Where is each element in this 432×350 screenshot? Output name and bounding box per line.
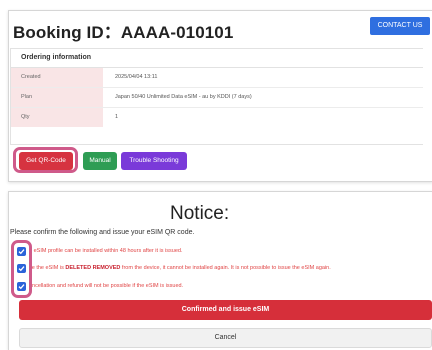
row-label-qty: Qty [11, 108, 103, 127]
table-row: Qty 1 [11, 108, 423, 127]
row-label-created: Created [11, 68, 103, 87]
row-value-qty: 1 [115, 114, 119, 120]
confirmation-text: ancellation and refund will not be possi… [29, 283, 184, 289]
contact-us-button[interactable]: CONTACT US [370, 17, 430, 35]
booking-id-title: Booking ID：AAAA-010101 [13, 23, 234, 42]
ordering-information-table: Ordering information Created 2025/04/04 … [10, 48, 423, 145]
row-value-created: 2025/04/04 13:11 [115, 74, 158, 80]
confirmation-text: ce the eSIM is DELETED REMOVED from the … [29, 265, 331, 271]
ordering-information-heading: Ordering information [11, 49, 423, 68]
deleted-removed-emphasis: DELETED REMOVED [65, 265, 121, 271]
table-row: Created 2025/04/04 13:11 [11, 68, 423, 88]
cancel-button[interactable]: Cancel [19, 328, 432, 348]
notice-instruction: Please confirm the following and issue y… [10, 229, 195, 236]
trouble-shooting-button[interactable]: Trouble Shooting [121, 152, 187, 170]
qr-button-highlight [13, 147, 78, 173]
table-row: Plan Japan 50/40 Unlimited Data eSIM - a… [11, 88, 423, 108]
row-label-plan: Plan [11, 88, 103, 107]
confirm-issue-esim-button[interactable]: Confirmed and issue eSIM [19, 300, 432, 320]
confirmation-text: e eSIM profile can be installed within 4… [29, 248, 183, 254]
checkbox-highlight [11, 240, 32, 298]
notice-title: Notice: [170, 203, 230, 224]
manual-button[interactable]: Manual [83, 152, 117, 170]
row-value-plan: Japan 50/40 Unlimited Data eSIM - au by … [115, 94, 252, 100]
